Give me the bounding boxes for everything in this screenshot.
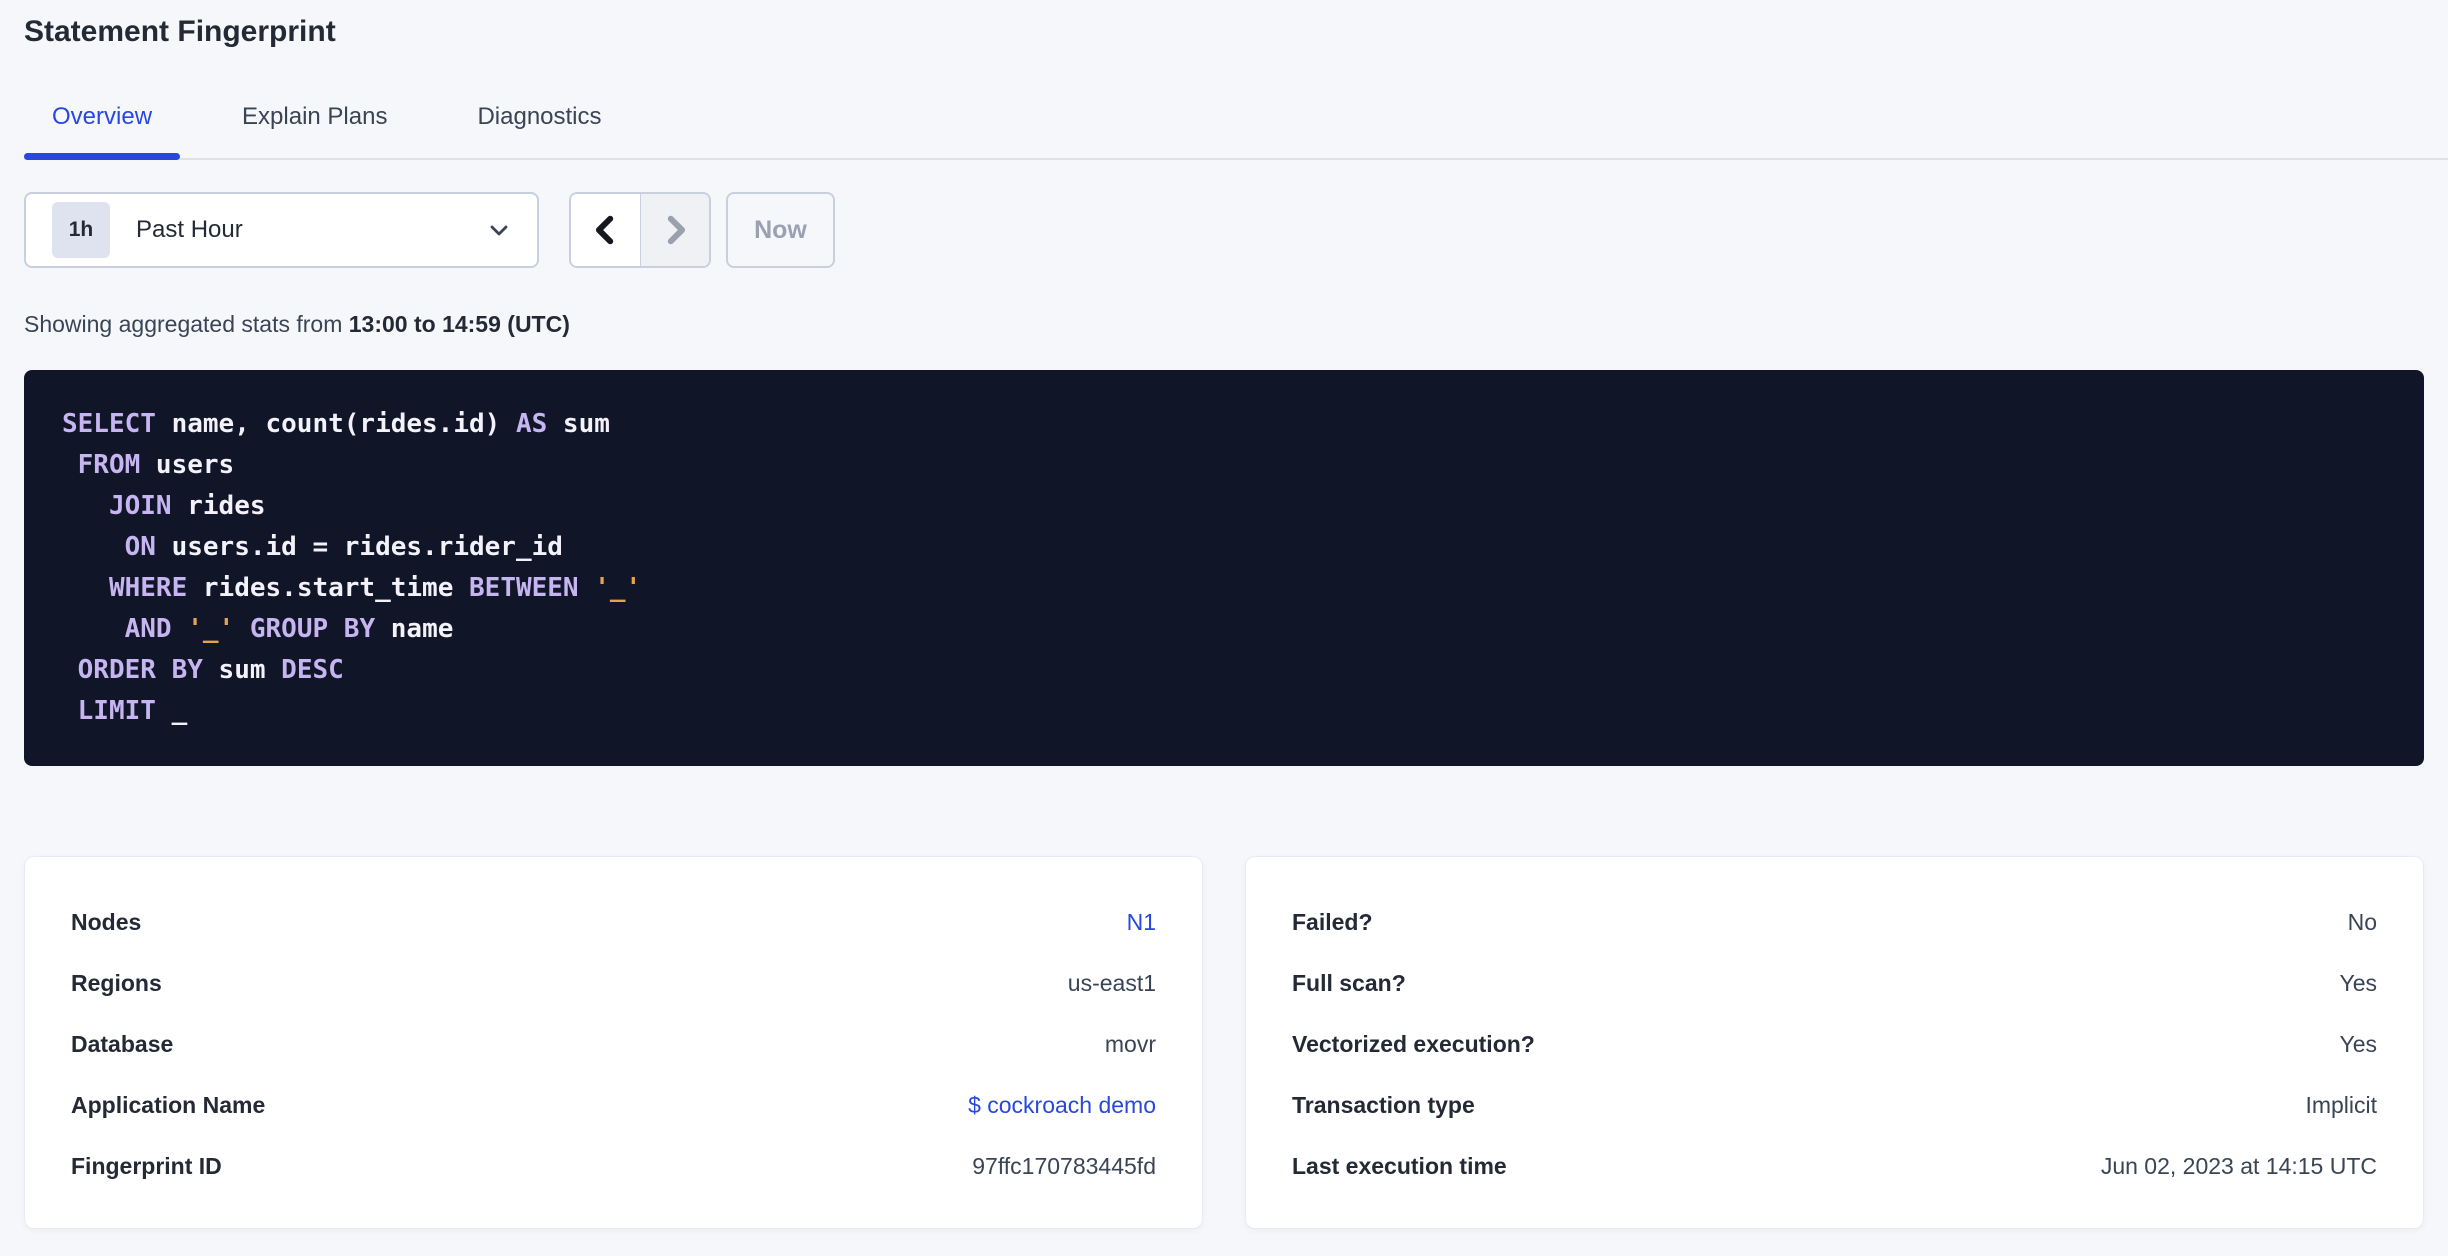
detail-label-failed: Failed? <box>1292 909 1373 935</box>
tab-diagnostics[interactable]: Diagnostics <box>449 102 629 158</box>
sql-line: ORDER BY sum DESC <box>77 655 344 685</box>
chevron-down-icon <box>490 225 508 236</box>
sql-line: SELECT name, count(rides.id) AS sum <box>62 409 610 439</box>
detail-label-nodes: Nodes <box>71 909 142 935</box>
statement-fingerprint-page: Statement Fingerprint Overview Explain Pl… <box>0 14 2448 1229</box>
time-interval-dropdown[interactable]: 1h Past Hour <box>24 192 539 268</box>
detail-value-database: movr <box>1104 1031 1156 1057</box>
sql-line: LIMIT _ <box>77 696 188 726</box>
detail-row-fingerprint-id: Fingerprint ID 97ffc170783445fd <box>71 1153 1156 1180</box>
detail-label-fingerprint-id: Fingerprint ID <box>71 1153 222 1179</box>
tab-overview[interactable]: Overview <box>24 102 181 160</box>
sql-line: WHERE rides.start_time BETWEEN '_' <box>108 573 642 603</box>
detail-row-application-name: Application Name $ cockroach demo <box>71 1092 1156 1119</box>
sql-line: FROM users <box>77 450 235 480</box>
detail-label-transaction-type: Transaction type <box>1292 1092 1475 1118</box>
detail-value-failed: No <box>2347 909 2377 935</box>
detail-row-last-execution-time: Last execution time Jun 02, 2023 at 14:15… <box>1292 1153 2377 1180</box>
chevron-left-icon <box>595 215 613 245</box>
detail-value-application-name[interactable]: $ cockroach demo <box>968 1092 1156 1119</box>
detail-row-transaction-type: Transaction type Implicit <box>1292 1092 2377 1119</box>
tab-explain-plans[interactable]: Explain Plans <box>214 102 415 158</box>
detail-row-full-scan: Full scan? Yes <box>1292 970 2377 997</box>
detail-value-vectorized-execution: Yes <box>2339 1031 2377 1057</box>
stats-summary-range: 13:00 to 14:59 (UTC) <box>348 311 570 337</box>
detail-value-full-scan: Yes <box>2339 970 2377 996</box>
sql-line: AND '_' GROUP BY name <box>124 614 454 644</box>
time-interval-badge: 1h <box>52 202 110 258</box>
detail-value-last-execution-time: Jun 02, 2023 at 14:15 UTC <box>2100 1153 2377 1179</box>
time-toolbar: 1h Past Hour Now <box>24 192 2424 268</box>
time-interval-label: Past Hour <box>136 216 243 243</box>
page-title: Statement Fingerprint <box>24 15 336 48</box>
sql-line: JOIN rides <box>108 491 266 521</box>
detail-row-nodes: Nodes N1 <box>71 909 1156 936</box>
detail-label-application-name: Application Name <box>71 1092 266 1118</box>
chevron-right-icon <box>667 215 686 245</box>
sql-statement-box: SELECT name, count(rides.id) AS sum FROM… <box>24 370 2424 766</box>
detail-value-transaction-type: Implicit <box>2305 1092 2377 1118</box>
now-button[interactable]: Now <box>726 192 835 268</box>
detail-value-regions: us-east1 <box>1067 970 1156 996</box>
next-interval-button[interactable] <box>640 194 709 266</box>
sql-line: ON users.id = rides.rider_id <box>124 532 563 562</box>
stats-summary-prefix: Showing aggregated stats from <box>24 311 349 337</box>
detail-row-regions: Regions us-east1 <box>71 970 1156 997</box>
stats-summary: Showing aggregated stats from 13:00 to 1… <box>24 310 2424 338</box>
detail-label-database: Database <box>71 1031 174 1057</box>
details-cards: Nodes N1 Regions us-east1 Database movr Applic… <box>24 856 2424 1229</box>
detail-label-vectorized-execution: Vectorized execution? <box>1292 1031 1535 1057</box>
previous-interval-button[interactable] <box>571 194 640 266</box>
detail-row-database: Database movr <box>71 1031 1156 1058</box>
time-nav-button-group <box>569 192 711 268</box>
detail-value-fingerprint-id: 97ffc170783445fd <box>972 1153 1156 1179</box>
execution-details-card: Failed? No Full scan? Yes Vectorized executi… <box>1245 856 2424 1229</box>
detail-row-vectorized-execution: Vectorized execution? Yes <box>1292 1031 2377 1058</box>
detail-label-full-scan: Full scan? <box>1292 970 1406 996</box>
statement-details-card: Nodes N1 Regions us-east1 Database movr Applic… <box>24 856 1203 1229</box>
detail-row-failed: Failed? No <box>1292 909 2377 936</box>
detail-label-last-execution-time: Last execution time <box>1292 1153 1507 1179</box>
tabs-bar: Overview Explain Plans Diagnostics <box>24 102 2448 160</box>
detail-value-nodes[interactable]: N1 <box>1127 909 1156 936</box>
detail-label-regions: Regions <box>71 970 162 996</box>
